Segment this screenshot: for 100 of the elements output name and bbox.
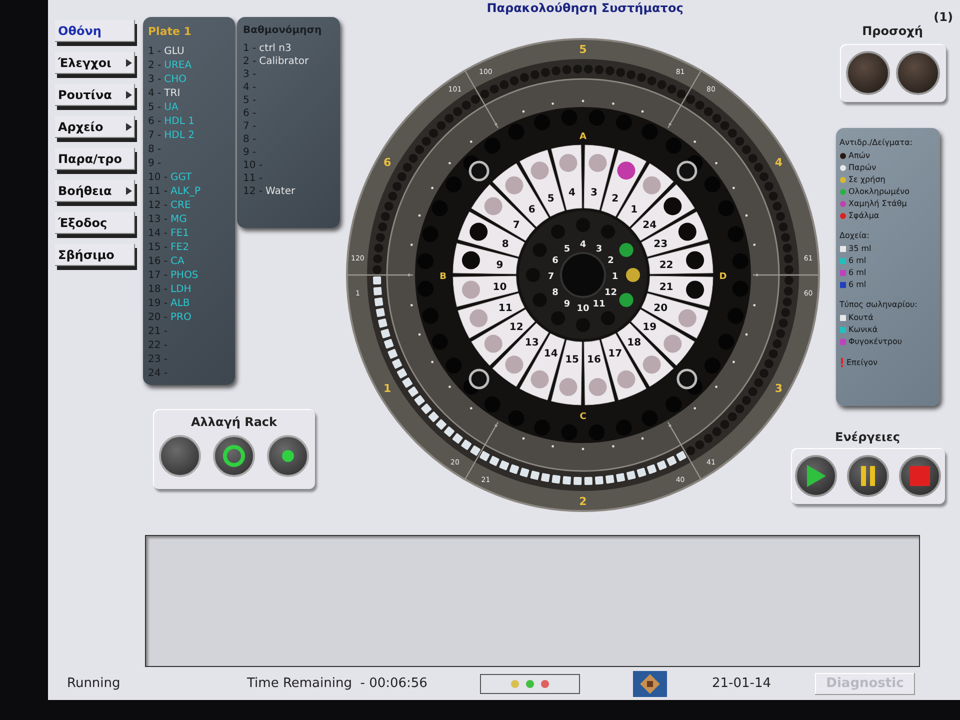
legend-label: Σφάλμα [848, 211, 880, 220]
slot-number: 7 [512, 220, 520, 231]
row-number: 21 - [148, 326, 168, 336]
row-number: 13 - [148, 214, 168, 224]
test-name[interactable]: HDL 1 [164, 116, 194, 126]
rack-button[interactable] [213, 435, 255, 477]
segment-number: 6 [383, 156, 392, 169]
rack-button[interactable] [267, 435, 309, 477]
rack-button[interactable] [159, 435, 201, 477]
sector-label: D [719, 272, 727, 282]
reagent-bottle [484, 396, 500, 412]
legend-label: 35 ml [848, 244, 872, 253]
sector-divider [347, 274, 413, 276]
menu-button[interactable]: Οθόνη [55, 20, 135, 42]
test-name[interactable]: GLU [164, 46, 184, 56]
reagent-bottle [728, 226, 744, 242]
slot-number: 20 [654, 303, 668, 314]
slot-number: 6 [528, 204, 536, 216]
menu-button[interactable]: Έλεγχοι [55, 52, 135, 74]
reagent-bottle [642, 410, 658, 426]
slot-number: 10 [492, 282, 507, 293]
time-remaining: Time Remaining - 00:06:56 [247, 676, 428, 691]
row-number: 1 - [243, 43, 256, 54]
test-name[interactable]: UREA [164, 60, 192, 70]
test-name[interactable]: PRO [170, 312, 192, 322]
panel-title: Ενέργειες [835, 430, 900, 444]
row-number: 14 - [148, 228, 168, 238]
test-name[interactable]: GGT [170, 172, 192, 182]
reagent-bottle [534, 420, 550, 436]
slot-number: 22 [659, 260, 674, 272]
slot-number: 13 [524, 338, 539, 349]
action-button[interactable] [847, 455, 889, 497]
test-name[interactable]: CHO [164, 74, 187, 84]
panel-title: Αλλαγή Rack [190, 415, 278, 429]
position-number: 3 [596, 244, 602, 254]
test-name[interactable]: FE1 [170, 228, 189, 238]
row-number: 4 - [243, 82, 256, 93]
legend-label: Χαμηλή Στάθμ [848, 199, 907, 208]
marker-dot [745, 333, 748, 336]
reagent-bottle [422, 226, 438, 242]
test-name[interactable]: LDH [170, 284, 192, 294]
test-name[interactable]: FE2 [170, 242, 189, 252]
slot-number: 14 [544, 348, 558, 360]
row-number: 9 - [148, 158, 162, 168]
marker-dot [582, 448, 584, 450]
menu-button[interactable]: Ρουτίνα [55, 84, 135, 106]
sector-label: A [580, 132, 586, 142]
stop-icon [909, 465, 931, 487]
row-number: 7 - [243, 121, 256, 132]
menu-button[interactable]: Βοήθεια [55, 180, 135, 202]
test-name[interactable]: TRI [164, 88, 180, 98]
marker-dot [418, 333, 421, 336]
position-number: 8 [552, 288, 558, 298]
test-name[interactable]: UA [164, 102, 178, 112]
reagent-bottle [704, 176, 720, 192]
reagent-bottle [728, 308, 744, 324]
calibrator-name[interactable]: Calibrator [259, 56, 309, 67]
marker-dot [694, 140, 696, 143]
calibrator-name[interactable]: ctrl n3 [259, 43, 292, 54]
sector-label: B [440, 272, 446, 282]
legend-label: 6 ml [848, 268, 866, 277]
slot-number: 15 [565, 354, 579, 366]
reagent-bottle [446, 358, 462, 374]
test-name[interactable]: HDL 2 [164, 130, 194, 140]
slot-number: 4 [568, 188, 576, 199]
test-name[interactable]: MG [170, 214, 187, 224]
reagent-bottle [508, 410, 524, 426]
reagent-bottle [642, 124, 658, 140]
marker-dot [431, 186, 434, 190]
menu-button[interactable]: Σβήσιμο [55, 244, 135, 266]
calibrator-name[interactable]: Water [266, 186, 296, 197]
row-number: 3 - [148, 74, 162, 84]
position-number: 4 [580, 240, 586, 250]
row-number: 2 - [148, 60, 162, 70]
menu-button[interactable]: Παρα/τρο [55, 148, 135, 170]
menu-button[interactable]: Έξοδος [55, 212, 135, 234]
test-name[interactable]: CRE [170, 200, 191, 210]
action-button[interactable] [899, 455, 941, 497]
reagent-bottle [418, 280, 434, 297]
sector-divider [667, 422, 702, 480]
sector-divider [667, 70, 702, 128]
marker-dot [408, 274, 410, 276]
dot-icon [282, 450, 294, 462]
reagent-bottle [432, 200, 448, 216]
test-name[interactable]: CA [170, 256, 184, 266]
row-number: 12 - [148, 200, 168, 210]
test-name[interactable]: PHOS [170, 270, 198, 280]
slot-number: 18 [627, 338, 642, 349]
action-button[interactable] [795, 455, 837, 497]
menu-button[interactable]: Αρχείο [55, 116, 135, 138]
test-name[interactable]: ALB [170, 298, 190, 308]
ring-icon [222, 444, 246, 468]
reagent-bottle [732, 280, 748, 297]
row-number: 24 - [148, 368, 168, 378]
position-number: 5 [564, 244, 570, 254]
sector-divider [753, 274, 819, 276]
reagent-bottle [484, 138, 500, 154]
marker-dot [668, 424, 672, 427]
marker-dot [753, 244, 756, 246]
test-name[interactable]: ALK_P [170, 186, 201, 196]
